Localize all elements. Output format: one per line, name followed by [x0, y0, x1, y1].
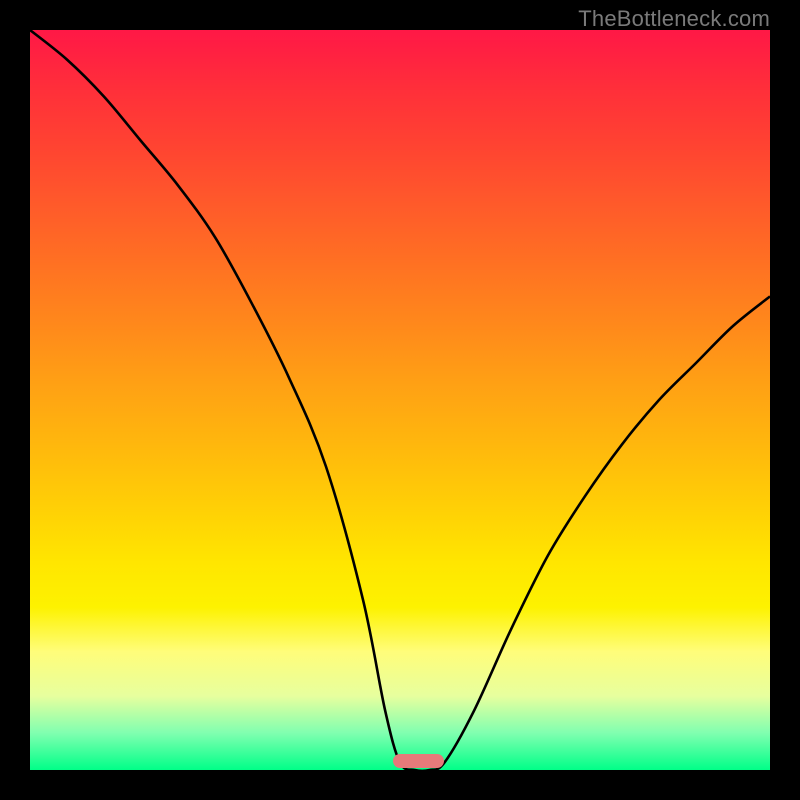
curve-path: [30, 30, 770, 771]
attribution-label: TheBottleneck.com: [578, 6, 770, 32]
bottleneck-curve: [30, 30, 770, 770]
dip-marker: [393, 754, 445, 768]
chart-plot-area: [30, 30, 770, 770]
